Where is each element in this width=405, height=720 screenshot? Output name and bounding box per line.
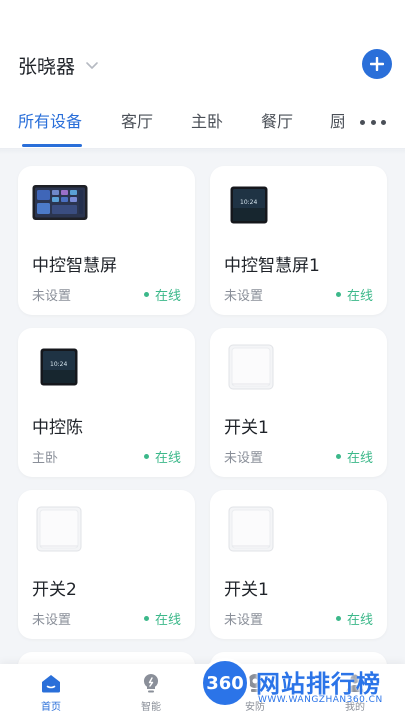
device-room: 未设置 [32,289,72,304]
control-panel-wide-icon [32,185,88,220]
device-name: 中控陈 [32,418,83,438]
device-name: 开关1 [224,418,269,438]
tab-all-devices[interactable]: 所有设备 [18,108,82,132]
more-icon[interactable] [360,118,386,126]
wall-switch-icon [36,506,82,552]
bulb-icon [143,673,159,693]
online-dot-icon [335,454,341,459]
top-header: 张晓器 所有设备 客厅 主卧 餐厅 厨 [0,0,405,150]
device-card[interactable]: 10:24 中控陈 主卧 在线 [18,328,195,477]
device-room: 未设置 [224,451,264,466]
room-tabs: 所有设备 客厅 主卧 餐厅 厨 [0,108,405,147]
watermark-subtitle: WWW.WANGZHAN360.CN [258,695,383,705]
device-room: 未设置 [224,613,264,628]
device-name: 开关1 [224,580,269,600]
status-text: 在线 [154,613,181,628]
tab-home[interactable]: 首页 [29,672,73,718]
status-text: 在线 [154,289,181,304]
device-name: 中控智慧屏1 [224,256,320,276]
device-room: 主卧 [32,451,59,466]
add-device-button[interactable] [362,49,392,79]
status-text: 在线 [346,289,373,304]
watermark-title: 网站排行榜 [256,670,381,698]
home-selector[interactable]: 张晓器 [18,50,99,80]
control-panel-square-icon: 10:24 [40,348,78,390]
status-badge: 在线 [143,609,181,628]
wall-switch-icon [228,344,274,390]
status-badge: 在线 [143,285,181,304]
online-dot-icon [335,292,341,297]
device-card[interactable]: 开关1 未设置 在线 [210,328,387,477]
tab-kitchen-clipped[interactable]: 厨 [330,108,344,134]
plus-icon [370,57,384,71]
device-name: 中控智慧屏 [32,256,117,276]
screen-time: 10:24 [240,199,257,206]
status-text: 在线 [346,451,373,466]
home-icon [42,675,60,693]
tab-kitchen: 厨 [330,112,344,131]
device-card[interactable]: 开关1 未设置 在线 [210,490,387,639]
watermark-badge: 360 [200,658,250,708]
tab-home-label: 首页 [41,702,61,713]
tab-master-bedroom[interactable]: 主卧 [191,108,223,132]
device-card[interactable]: 开关2 未设置 在线 [18,490,195,639]
status-badge: 在线 [335,447,373,466]
screen-time: 10:24 [50,361,67,368]
tab-smart[interactable]: 智能 [129,672,173,718]
status-badge: 在线 [335,285,373,304]
status-badge: 在线 [335,609,373,628]
active-tab-indicator [22,144,82,147]
home-name: 张晓器 [18,55,76,78]
header-divider [0,148,405,154]
status-badge: 在线 [143,447,181,466]
wall-switch-icon [228,506,274,552]
device-room: 未设置 [32,613,72,628]
online-dot-icon [143,292,149,297]
tab-smart-label: 智能 [141,702,161,713]
online-dot-icon [143,616,149,621]
control-panel-square-icon: 10:24 [230,186,268,228]
watermark-logo: 360 网站排行榜 WWW.WANGZHAN360.CN [196,654,402,712]
online-dot-icon [335,616,341,621]
chevron-down-icon [86,62,98,69]
device-card[interactable]: 10:24 中控智慧屏1 未设置 在线 [210,166,387,315]
device-name: 开关2 [32,580,77,600]
tab-dining-room[interactable]: 餐厅 [261,108,293,132]
device-room: 未设置 [224,289,264,304]
online-dot-icon [143,454,149,459]
device-card[interactable]: 中控智慧屏 未设置 在线 [18,166,195,315]
tab-living-room[interactable]: 客厅 [121,108,153,132]
status-text: 在线 [346,613,373,628]
status-text: 在线 [154,451,181,466]
